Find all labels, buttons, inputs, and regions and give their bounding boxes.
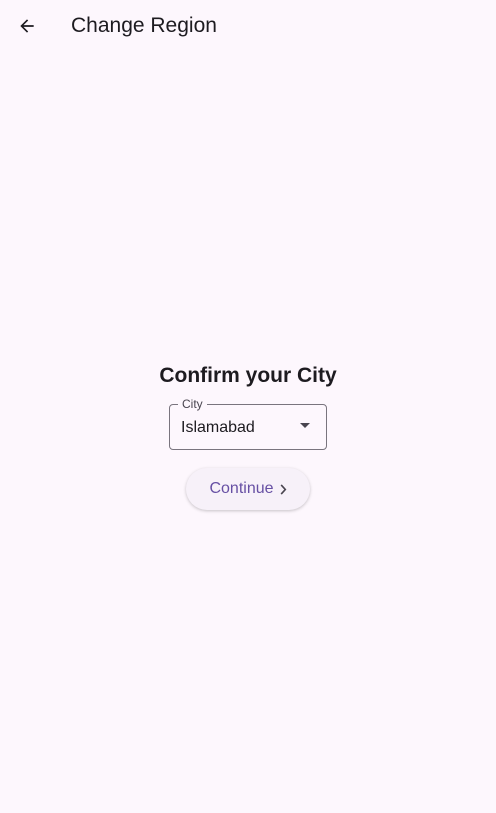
- chevron-right-icon: [279, 483, 287, 495]
- continue-button[interactable]: Continue: [186, 468, 310, 510]
- confirm-heading: Confirm your City: [159, 364, 337, 387]
- city-dropdown-label: City: [178, 397, 207, 411]
- city-dropdown-value: Islamabad: [181, 419, 255, 436]
- back-button[interactable]: [7, 6, 47, 46]
- city-dropdown[interactable]: City Islamabad: [169, 397, 327, 450]
- arrow-back-icon: [17, 16, 37, 36]
- continue-button-label: Continue: [209, 480, 274, 497]
- app-bar: Change Region: [0, 0, 496, 52]
- page-title: Change Region: [71, 14, 217, 37]
- dropdown-arrow-icon: [300, 423, 310, 428]
- confirm-city-section: Confirm your City City Islamabad Continu…: [0, 362, 496, 510]
